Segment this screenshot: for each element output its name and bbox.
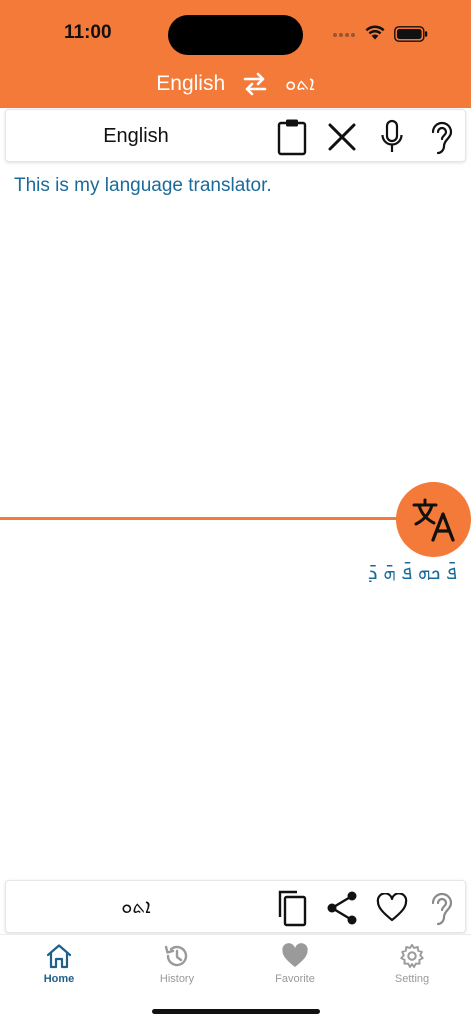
share-icon (327, 891, 357, 925)
panel-divider (0, 517, 410, 520)
wifi-icon (365, 25, 385, 40)
clipboard-icon (277, 119, 307, 156)
cellular-signal-icon (333, 33, 357, 39)
header-target-language[interactable]: ܐܬܘ (285, 73, 315, 96)
listen-source-button[interactable] (422, 117, 462, 157)
paste-button[interactable] (272, 117, 312, 157)
share-button[interactable] (322, 888, 362, 928)
language-switcher: English ܐܬܘ (0, 66, 471, 102)
source-toolbar: English (5, 109, 466, 162)
tab-history[interactable]: History (118, 935, 236, 995)
translate-icon (412, 498, 455, 542)
heart-icon (282, 943, 308, 967)
favorite-button[interactable] (372, 888, 412, 928)
tab-label: History (159, 973, 195, 985)
tab-label: Setting (394, 973, 430, 985)
translated-text-area: ܦ̄ ܟܗ ܦ̄ ܗ̄ ܕ̄ (367, 562, 457, 584)
status-time: 11:00 (64, 22, 112, 43)
listen-target-button[interactable] (422, 888, 462, 928)
copy-button[interactable] (272, 888, 312, 928)
header-bar: 11:00 English ܐܬܘ (0, 0, 471, 108)
target-language-label[interactable]: ܐܬܘ (6, 881, 266, 934)
tab-setting[interactable]: Setting (353, 935, 471, 995)
heart-outline-icon (376, 893, 408, 922)
close-icon (328, 123, 356, 151)
translate-button[interactable] (396, 482, 471, 557)
tab-label: Home (43, 973, 75, 985)
home-indicator (152, 1009, 320, 1014)
dynamic-island (168, 15, 303, 55)
target-toolbar: ܐܬܘ (5, 880, 466, 933)
source-text-area[interactable]: This is my language translator. (14, 174, 454, 198)
translator-app: 11:00 English ܐܬܘ English This is my lan… (0, 0, 471, 1024)
copy-icon (278, 890, 307, 927)
gear-icon (400, 943, 424, 968)
tab-home[interactable]: Home (0, 935, 118, 995)
clear-button[interactable] (322, 117, 362, 157)
voice-input-button[interactable] (372, 117, 412, 157)
tab-label: Favorite (275, 973, 315, 985)
battery-icon (394, 26, 428, 42)
source-language-label[interactable]: English (6, 110, 266, 163)
header-source-language[interactable]: English (156, 72, 225, 96)
swap-icon[interactable] (241, 70, 269, 98)
ear-icon (431, 121, 453, 155)
tab-favorite[interactable]: Favorite (236, 935, 354, 995)
history-icon (164, 945, 188, 967)
ear-icon (431, 892, 453, 926)
microphone-icon (381, 119, 403, 152)
home-icon (46, 944, 72, 969)
